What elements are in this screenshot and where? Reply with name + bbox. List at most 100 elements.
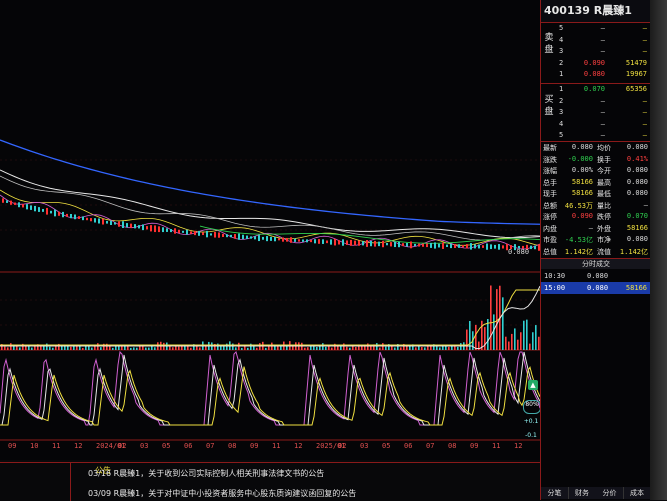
volume-bar [382, 343, 384, 350]
x-axis-label: 03 [140, 442, 149, 450]
volume-bar [421, 346, 423, 350]
volume-bar [460, 343, 462, 350]
sidebar-tab-1[interactable]: 财务 [568, 487, 597, 499]
volume-bar [91, 347, 93, 350]
volume-bar [154, 347, 156, 350]
tick-header[interactable]: 分时成交 [541, 259, 651, 269]
volume-bar [31, 347, 33, 350]
volume-bar [355, 347, 357, 350]
volume-bar [52, 347, 54, 350]
candle [66, 213, 68, 217]
x-axis-label: 06 [184, 442, 193, 450]
volume-bar [424, 347, 426, 350]
stat-value: 0.41% [626, 154, 648, 163]
volume-bar [4, 346, 6, 350]
divider [541, 22, 651, 23]
candle [106, 220, 108, 224]
stat-label: 跌停 [597, 213, 611, 221]
candle [130, 223, 132, 228]
candle [142, 224, 144, 231]
volume-bar [526, 319, 528, 350]
candle [430, 242, 432, 248]
candle [182, 230, 184, 233]
sell-volume: – [642, 47, 647, 55]
news-item[interactable]: 03/16 R晨臻1，关于收到公司实际控制人相关刑事法律文书的公告 [88, 468, 324, 479]
candle [354, 240, 356, 246]
candle [166, 228, 168, 232]
candle [466, 244, 468, 249]
stat-value: 0.00% [571, 166, 593, 174]
candle [498, 244, 500, 250]
candle [346, 240, 348, 245]
candle [122, 221, 124, 229]
x-axis-label: 03 [360, 442, 369, 450]
candle [262, 236, 264, 240]
volume-ma-yellow [0, 289, 540, 346]
candle [474, 244, 476, 249]
volume-bar [505, 336, 507, 350]
x-axis-label: 08 [228, 442, 237, 450]
volume-bar [343, 343, 345, 350]
zoom-in-button[interactable]: +0.1 [523, 418, 539, 430]
candle [46, 207, 48, 215]
candle [362, 241, 364, 246]
stat-label: 最高 [597, 178, 611, 187]
volume-bar [82, 347, 84, 350]
stat-value: 58166 [626, 223, 648, 232]
candle [274, 236, 276, 242]
volume-bar [484, 327, 486, 350]
candle [270, 236, 272, 241]
candle [62, 211, 64, 218]
volume-bar [190, 347, 192, 350]
candle [294, 238, 296, 242]
candle [382, 240, 384, 248]
volume-bar [331, 347, 333, 350]
stat-value: 0.080 [626, 166, 648, 174]
candle [102, 218, 104, 225]
volume-bar [247, 347, 249, 350]
kdj-d-line [0, 366, 540, 426]
candle [150, 225, 152, 232]
ma-grey-line [0, 175, 540, 241]
candle [298, 239, 300, 242]
zoom-out-button[interactable]: -0.1 [523, 432, 539, 444]
news-item[interactable]: 03/09 R晨臻1，关于对中证中小投资者服务中心股东质询建议函回复的公告 [88, 488, 356, 499]
candle [326, 240, 328, 244]
volume-bar [511, 333, 513, 350]
x-axis-label: 07 [426, 442, 435, 450]
candle [462, 245, 464, 248]
volume-bar [532, 332, 534, 350]
buy-level: 5 [559, 131, 564, 139]
candle [206, 230, 208, 238]
sidebar-tab-2[interactable]: 分价 [596, 487, 624, 499]
buy-level: 4 [559, 119, 564, 128]
candle [134, 224, 136, 229]
candle [534, 245, 536, 250]
chart-canvas[interactable] [0, 0, 540, 460]
candle [54, 209, 56, 217]
buy-volume: – [642, 131, 647, 139]
volume-bar [121, 346, 123, 350]
x-axis-label: 11 [492, 442, 501, 450]
candle [314, 239, 316, 244]
volume-bar [13, 346, 15, 350]
panel-up-icon[interactable]: ▲ [528, 380, 538, 390]
stat-value: 58166 [571, 189, 593, 197]
volume-bar [145, 347, 147, 350]
candle [494, 244, 496, 249]
candle [434, 242, 436, 249]
x-axis-label: 10 [30, 442, 39, 450]
x-axis-label: 12 [514, 442, 523, 450]
zoom-level[interactable]: 80% [523, 400, 541, 414]
kline-chart-area[interactable]: 0.080 09 10 11 12 2024/01 02 03 05 06 07 08 09 11 12 2… [0, 0, 541, 460]
stock-title: 400139 R晨臻1 [541, 0, 651, 22]
volume-bar [277, 345, 279, 350]
stat-value: 0.080 [626, 177, 648, 186]
candle [70, 213, 72, 219]
stat-label: 外盘 [597, 224, 611, 233]
sidebar-tab-0[interactable]: 分笔 [541, 487, 569, 499]
candle [334, 238, 336, 246]
buy-volume: – [642, 96, 647, 105]
volume-bar [349, 347, 351, 350]
sidebar-tab-3[interactable]: 成本 [623, 487, 652, 499]
